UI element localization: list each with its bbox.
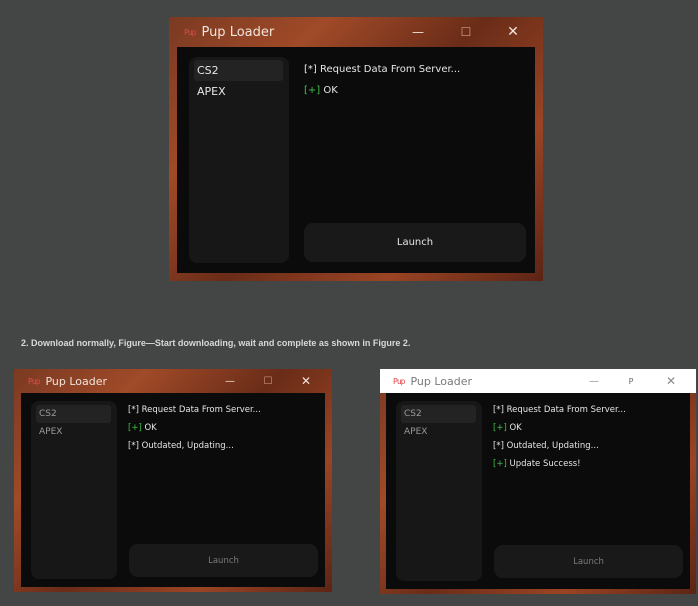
launch-label: Launch: [208, 555, 239, 566]
log-line: [*] Request Data From Server...: [304, 59, 460, 80]
title-bar[interactable]: Pup Pup Loader: [14, 369, 332, 393]
sidebar-item-label: APEX: [404, 427, 428, 437]
log-tag: [*]: [493, 405, 504, 415]
launch-button[interactable]: Launch: [129, 544, 318, 577]
status-log: [*] Request Data From Server... [+] OK […: [128, 401, 261, 455]
close-icon: ✕: [665, 374, 677, 388]
game-sidebar: CS2 APEX: [189, 57, 289, 263]
sidebar-item-cs2[interactable]: CS2: [194, 60, 283, 81]
minimize-button[interactable]: —: [403, 17, 433, 47]
maximize-button[interactable]: P: [618, 369, 644, 393]
log-tag: [*]: [128, 441, 139, 451]
log-line: [*] Request Data From Server...: [493, 401, 626, 419]
minimize-icon: —: [589, 375, 599, 387]
maximize-button[interactable]: ☐: [255, 369, 281, 393]
log-line: [*] Outdated, Updating...: [128, 437, 261, 455]
title-bar[interactable]: Pup Pup Loader: [380, 369, 696, 393]
game-sidebar: CS2 APEX: [396, 401, 482, 581]
log-text: Request Data From Server...: [320, 64, 461, 75]
log-tag: [+]: [493, 423, 507, 433]
log-tag: [+]: [304, 85, 321, 96]
minimize-button[interactable]: —: [217, 369, 243, 393]
log-text: Outdated, Updating...: [506, 441, 599, 451]
log-line: [*] Request Data From Server...: [128, 401, 261, 419]
close-icon: ✕: [300, 374, 312, 388]
app-logo-icon: Pup: [28, 376, 40, 386]
window-title: Pup Loader: [201, 24, 275, 40]
launch-label: Launch: [396, 237, 434, 248]
sidebar-item-cs2[interactable]: CS2: [36, 405, 111, 423]
log-text: OK: [509, 423, 522, 433]
app-logo-icon: Pup: [184, 27, 196, 37]
sidebar-item-apex[interactable]: APEX: [401, 423, 476, 441]
sidebar-item-apex[interactable]: APEX: [36, 423, 111, 441]
maximize-icon: ☐: [263, 375, 273, 387]
content-panel: CS2 APEX [*] Request Data From Server...…: [386, 393, 690, 589]
log-line: [+] OK: [493, 419, 626, 437]
launch-label: Launch: [573, 556, 604, 567]
maximize-button[interactable]: ☐: [451, 17, 481, 47]
sidebar-item-apex[interactable]: APEX: [194, 81, 283, 102]
log-line: [*] Outdated, Updating...: [493, 437, 626, 455]
status-log: [*] Request Data From Server... [+] OK […: [493, 401, 626, 473]
sidebar-item-label: CS2: [404, 409, 422, 419]
window-title: Pup Loader: [45, 374, 108, 388]
close-button[interactable]: ✕: [293, 369, 319, 393]
log-tag: [*]: [128, 405, 139, 415]
sidebar-item-cs2[interactable]: CS2: [401, 405, 476, 423]
log-tag: [*]: [304, 64, 317, 75]
log-line: [+] OK: [304, 80, 460, 101]
sidebar-item-label: APEX: [39, 427, 63, 437]
minimize-button[interactable]: —: [581, 369, 607, 393]
minimize-icon: —: [412, 25, 424, 39]
log-text: Outdated, Updating...: [141, 441, 234, 451]
sidebar-item-label: CS2: [197, 64, 219, 77]
content-panel: CS2 APEX [*] Request Data From Server...…: [177, 47, 535, 273]
log-text: OK: [323, 85, 338, 96]
launch-button[interactable]: Launch: [304, 223, 526, 262]
log-text: Request Data From Server...: [141, 405, 261, 415]
maximize-icon: P: [628, 376, 634, 386]
close-button[interactable]: ✕: [497, 17, 529, 47]
sidebar-item-label: CS2: [39, 409, 57, 419]
log-text: Request Data From Server...: [506, 405, 626, 415]
app-logo-icon: Pup: [393, 376, 405, 386]
sidebar-item-label: APEX: [197, 85, 226, 98]
title-bar[interactable]: Pup Pup Loader: [169, 17, 543, 47]
figure-caption: 2. Download normally, Figure—Start downl…: [21, 338, 411, 348]
window-title: Pup Loader: [410, 374, 473, 388]
content-panel: CS2 APEX [*] Request Data From Server...…: [21, 393, 325, 587]
close-button[interactable]: ✕: [658, 369, 684, 393]
loader-window-1: Pup Pup Loader — ☐ ✕ CS2 APEX [*] Reques…: [169, 17, 543, 281]
log-line: [+] OK: [128, 419, 261, 437]
launch-button[interactable]: Launch: [494, 545, 683, 578]
log-tag: [+]: [493, 459, 507, 469]
log-tag: [*]: [493, 441, 504, 451]
log-tag: [+]: [128, 423, 142, 433]
log-text: Update Success!: [509, 459, 581, 469]
log-line: [+] Update Success!: [493, 455, 626, 473]
game-sidebar: CS2 APEX: [31, 401, 117, 579]
status-log: [*] Request Data From Server... [+] OK: [304, 59, 460, 101]
log-text: OK: [144, 423, 157, 433]
minimize-icon: —: [225, 375, 235, 387]
maximize-icon: ☐: [460, 25, 472, 39]
loader-window-2: Pup Pup Loader — ☐ ✕ CS2 APEX [*] Reques…: [14, 369, 332, 592]
loader-window-3: Pup Pup Loader — P ✕ CS2 APEX [*] Reques…: [380, 369, 696, 594]
close-icon: ✕: [507, 24, 519, 40]
